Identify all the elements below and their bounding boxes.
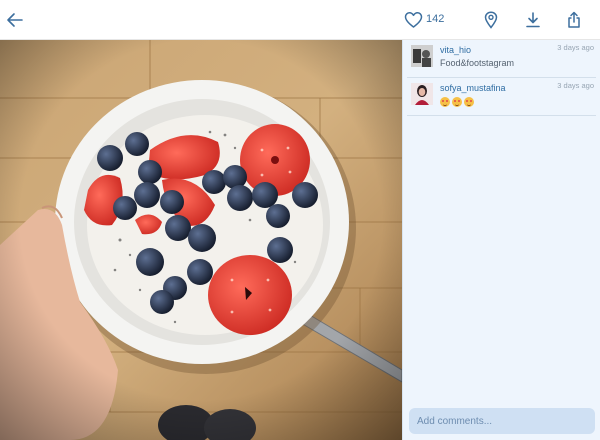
add-comment-input[interactable] [409, 408, 595, 434]
comment-username[interactable]: sofya_mustafina [440, 83, 506, 93]
heart-outline-icon [404, 12, 422, 28]
user-photo-icon [411, 83, 433, 105]
comment-text: Food&footstagram [440, 58, 515, 68]
download-icon [526, 12, 540, 28]
share-button[interactable] [563, 9, 585, 31]
location-button[interactable] [480, 9, 502, 31]
avatar[interactable] [411, 83, 433, 105]
avatar[interactable] [411, 45, 433, 67]
post-photo[interactable] [0, 40, 402, 440]
comment-item: sofya_mustafina 3 days ago [407, 78, 596, 116]
top-bar: 142 [0, 0, 600, 40]
comment-emoji-row [440, 96, 476, 107]
share-icon [568, 11, 580, 28]
like-button[interactable] [402, 9, 424, 31]
arrow-left-icon [7, 13, 23, 27]
heart-eyes-emoji-icon [464, 96, 474, 107]
comment-timestamp: 3 days ago [557, 43, 594, 52]
heart-eyes-emoji-icon [452, 96, 462, 107]
back-button[interactable] [4, 9, 26, 31]
food-bowl-image [0, 40, 402, 440]
download-button[interactable] [522, 9, 544, 31]
map-pin-icon [484, 11, 498, 29]
comments-panel: vita_hio Food&footstagram 3 days ago sof… [402, 40, 600, 440]
like-count: 142 [426, 13, 445, 25]
heart-eyes-emoji-icon [440, 96, 450, 107]
comment-username[interactable]: vita_hio [440, 45, 471, 55]
user-photo-icon [411, 45, 433, 67]
comment-item: vita_hio Food&footstagram 3 days ago [407, 40, 596, 78]
comment-timestamp: 3 days ago [557, 81, 594, 90]
